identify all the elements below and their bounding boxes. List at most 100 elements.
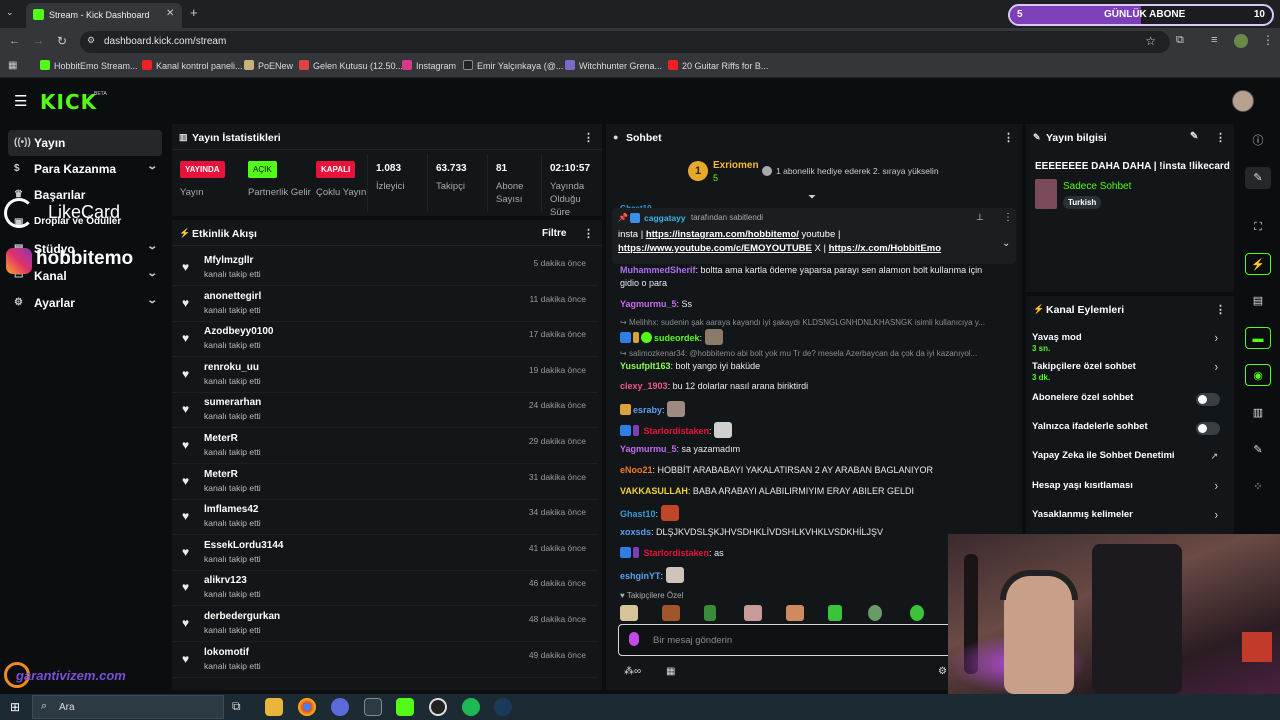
chat-username[interactable]: sudeordek <box>654 333 700 343</box>
new-tab-button[interactable]: + <box>190 5 198 20</box>
points-icon[interactable]: ⁂∞ <box>624 666 641 677</box>
wrench-icon[interactable]: ✎ <box>1245 439 1271 461</box>
kick-logo[interactable]: KICK <box>40 90 97 114</box>
crop-icon[interactable]: ⛶ <box>1245 216 1271 238</box>
channel-action-row[interactable]: Yapay Zeka ile Sohbet Denetimi ↗ <box>1032 448 1224 477</box>
apps-icon[interactable]: ⁘ <box>1245 476 1271 498</box>
close-tab-icon[interactable]: ✕ <box>166 8 174 19</box>
channel-action-row[interactable]: Takipçilere özel sohbet 3 dk. › <box>1032 359 1224 388</box>
channel-action-row[interactable]: Yalnızca ifadelerle sohbet <box>1032 419 1224 448</box>
collapse-arrow-icon[interactable]: ⏷ <box>808 192 816 203</box>
unpin-icon[interactable]: ⊥ <box>976 212 984 223</box>
obs-icon[interactable] <box>429 698 447 716</box>
lightning-icon[interactable]: ⚡ <box>1245 253 1271 275</box>
apps-grid-icon[interactable]: ▦ <box>8 60 17 71</box>
app-icon[interactable] <box>364 698 382 716</box>
chat-username[interactable]: clexy_1903 <box>620 381 668 391</box>
event-username[interactable]: derbedergurkan <box>204 611 280 622</box>
steam-icon[interactable] <box>494 698 512 716</box>
emote-icon[interactable] <box>868 605 882 621</box>
event-username[interactable]: MeterR <box>204 469 238 480</box>
extensions-icon[interactable]: ⧉ <box>1176 34 1184 47</box>
info-icon[interactable]: ⓘ <box>1245 130 1271 152</box>
event-username[interactable]: Mfylmzgllr <box>204 255 253 266</box>
chat-username[interactable]: Starlordistaken <box>644 548 710 558</box>
event-username[interactable]: EssekLordu3144 <box>204 540 284 551</box>
sidebar-item-yayin[interactable]: ((•)) Yayın <box>8 130 162 156</box>
broadcast-icon[interactable]: ◉ <box>1245 364 1271 386</box>
more-options-icon[interactable]: ⋮ <box>1003 131 1014 144</box>
hamburger-menu-icon[interactable]: ☰ <box>14 92 27 110</box>
bookmark-item[interactable]: PoENew <box>244 60 293 71</box>
emote-icon[interactable] <box>620 605 638 621</box>
x-link[interactable]: https://x.com/HobbitEmo <box>829 243 941 254</box>
site-info-icon[interactable]: ⚙ <box>87 35 95 46</box>
chat-username[interactable]: Starlordistaken <box>644 426 710 436</box>
emote-icon[interactable] <box>744 605 762 621</box>
event-username[interactable]: sumerarhan <box>204 397 261 408</box>
profile-avatar-icon[interactable] <box>1234 34 1248 48</box>
app-icon[interactable] <box>331 698 349 716</box>
chat-username[interactable]: Yagmurmu_5 <box>620 444 677 454</box>
bookmark-item[interactable]: Kanal kontrol paneli... <box>142 60 243 71</box>
user-avatar[interactable] <box>1232 90 1254 112</box>
chat-username[interactable]: MuhammedSherif <box>620 265 696 275</box>
more-options-icon[interactable]: ⋮ <box>1215 303 1226 316</box>
chat-settings-icon[interactable]: ⚙ <box>938 666 947 677</box>
more-options-icon[interactable]: ⋮ <box>583 131 594 144</box>
gifter-name[interactable]: Exriomen <box>713 160 759 171</box>
instagram-link[interactable]: https://instagram.com/hobbitemo/ <box>646 229 799 240</box>
more-options-icon[interactable]: ⋮ <box>583 227 594 240</box>
bookmark-item[interactable]: Emir Yalçınkaya (@... <box>463 60 563 71</box>
event-username[interactable]: renroku_uu <box>204 362 259 373</box>
expand-chevron-icon[interactable]: ⌄ <box>1002 238 1010 249</box>
gift-box-icon[interactable]: ▦ <box>666 666 675 677</box>
emote-icon[interactable] <box>910 605 924 621</box>
category-name[interactable]: Sadece Sohbet <box>1063 181 1131 192</box>
event-username[interactable]: lmflames42 <box>204 504 258 515</box>
pinned-more-icon[interactable]: ⋮ <box>1003 212 1013 223</box>
chat-username[interactable]: Ghast10 <box>620 509 656 519</box>
chat-username[interactable]: Yagmurmu_5 <box>620 299 677 309</box>
forward-icon[interactable]: → <box>33 35 44 47</box>
browser-menu-icon[interactable]: ⋮ <box>1262 33 1274 47</box>
emote-icon[interactable] <box>704 605 716 621</box>
emote-icon[interactable] <box>662 605 680 621</box>
tab-kick-dashboard[interactable]: Stream - Kick Dashboard ✕ <box>26 3 182 28</box>
chrome-icon[interactable] <box>298 698 316 716</box>
bookmark-item[interactable]: Gelen Kutusu (12.50... <box>299 60 403 71</box>
bookmark-star-icon[interactable]: ☆ <box>1145 34 1156 48</box>
chevron-right-icon[interactable]: › <box>1215 479 1218 493</box>
chat-username[interactable]: eshginYT <box>620 571 661 581</box>
layout-icon[interactable]: ▥ <box>1245 402 1271 424</box>
sidebar-item-ayarlar[interactable]: ⚙ Ayarlar ⌄ <box>8 290 162 316</box>
pinned-by-user[interactable]: caggatayy <box>644 213 686 223</box>
channel-action-row[interactable]: Yasaklanmış kelimeler › <box>1032 507 1224 536</box>
chat-username[interactable]: VAKKASULLAH <box>620 486 688 496</box>
toggle-switch[interactable] <box>1196 422 1220 435</box>
youtube-link[interactable]: https://www.youtube.com/c/EMOYOUTUBE <box>618 243 812 254</box>
event-username[interactable]: Azodbeyy0100 <box>204 326 273 337</box>
bookmark-item[interactable]: 20 Guitar Riffs for B... <box>668 60 768 71</box>
bookmark-item[interactable]: Instagram <box>402 60 456 71</box>
chat-username[interactable]: Yusufplt163 <box>620 361 671 371</box>
channel-action-row[interactable]: Yavaş mod 3 sn. › <box>1032 330 1224 359</box>
taskbar-search[interactable]: ⌕ Ara <box>32 695 224 719</box>
kick-studio-icon[interactable] <box>396 698 414 716</box>
task-view-icon[interactable]: ⧉ <box>232 699 241 714</box>
file-explorer-icon[interactable] <box>265 698 283 716</box>
event-username[interactable]: lokomotif <box>204 647 249 658</box>
chevron-right-icon[interactable]: › <box>1215 360 1218 374</box>
url-field[interactable]: ⚙ dashboard.kick.com/stream ☆ <box>80 31 1170 53</box>
sidebar-item-para-kazanma[interactable]: $ Para Kazanma ⌄ <box>8 156 162 182</box>
emote-icon[interactable] <box>786 605 804 621</box>
back-icon[interactable]: ← <box>9 35 20 47</box>
chevron-right-icon[interactable]: › <box>1215 331 1218 345</box>
microphone-icon[interactable] <box>629 632 639 646</box>
channel-action-row[interactable]: Abonelere özel sohbet <box>1032 390 1224 419</box>
bookmark-item[interactable]: Witchhunter Grena... <box>565 60 662 71</box>
chevron-right-icon[interactable]: › <box>1215 508 1218 522</box>
document-icon[interactable]: ▤ <box>1245 290 1271 312</box>
bookmark-item[interactable]: HobbitEmo Stream... <box>40 60 138 71</box>
reload-icon[interactable]: ↻ <box>57 34 67 48</box>
